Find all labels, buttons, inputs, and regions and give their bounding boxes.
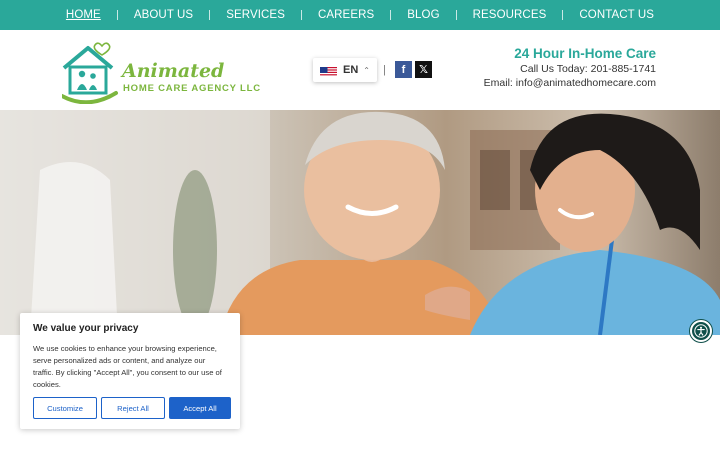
header-divider: | [383, 64, 386, 76]
nav-resources[interactable]: RESOURCES [457, 9, 563, 21]
site-header: Animated HOME CARE AGENCY LLC EN ⌃ | f 𝕏… [0, 30, 720, 110]
language-selector[interactable]: EN ⌃ [313, 58, 377, 82]
nav-home[interactable]: HOME [50, 9, 117, 21]
us-flag-icon [320, 65, 337, 76]
top-nav: HOME ABOUT US SERVICES CAREERS BLOG RESO… [0, 0, 720, 30]
email-label: Email: [483, 77, 513, 89]
house-family-logo-icon [62, 42, 118, 104]
nav-careers[interactable]: CAREERS [302, 9, 390, 21]
hero-photo-caregiver-patient [0, 110, 720, 335]
phone-line: Call Us Today: 201-885-1741 [484, 63, 656, 75]
site-logo[interactable]: Animated HOME CARE AGENCY LLC [62, 38, 260, 104]
cookie-text: We use cookies to enhance your browsing … [33, 344, 222, 389]
accept-all-button[interactable]: Accept All [169, 397, 231, 419]
x-twitter-icon[interactable]: 𝕏 [415, 61, 432, 78]
customize-button[interactable]: Customize [33, 397, 97, 419]
accessibility-icon [694, 324, 708, 338]
cookie-buttons: Customize Reject All Accept All [33, 397, 231, 419]
brand-name: Animated [122, 60, 225, 82]
contact-info: 24 Hour In-Home Care Call Us Today: 201-… [484, 46, 656, 89]
facebook-icon[interactable]: f [395, 61, 412, 78]
reject-all-button[interactable]: Reject All [101, 397, 165, 419]
nav-contact-us[interactable]: CONTACT US [563, 9, 670, 21]
nav-about-us[interactable]: ABOUT US [118, 9, 209, 21]
hero-image [0, 110, 720, 335]
brand-tagline: HOME CARE AGENCY LLC [123, 83, 261, 94]
nav-blog[interactable]: BLOG [391, 9, 455, 21]
email-line: Email: info@animatedhomecare.com [484, 77, 656, 89]
cookie-title: We value your privacy [33, 323, 139, 334]
chevron-up-icon: ⌃ [363, 65, 370, 75]
phone-link[interactable]: 201-885-1741 [591, 63, 656, 75]
accessibility-button[interactable] [690, 320, 712, 342]
phone-label: Call Us Today: [520, 63, 588, 75]
care-headline: 24 Hour In-Home Care [514, 46, 656, 61]
language-code: EN [343, 64, 359, 76]
nav-services[interactable]: SERVICES [210, 9, 301, 21]
email-link[interactable]: info@animatedhomecare.com [516, 77, 656, 89]
cookie-consent-banner: We value your privacy We use cookies to … [20, 313, 240, 429]
